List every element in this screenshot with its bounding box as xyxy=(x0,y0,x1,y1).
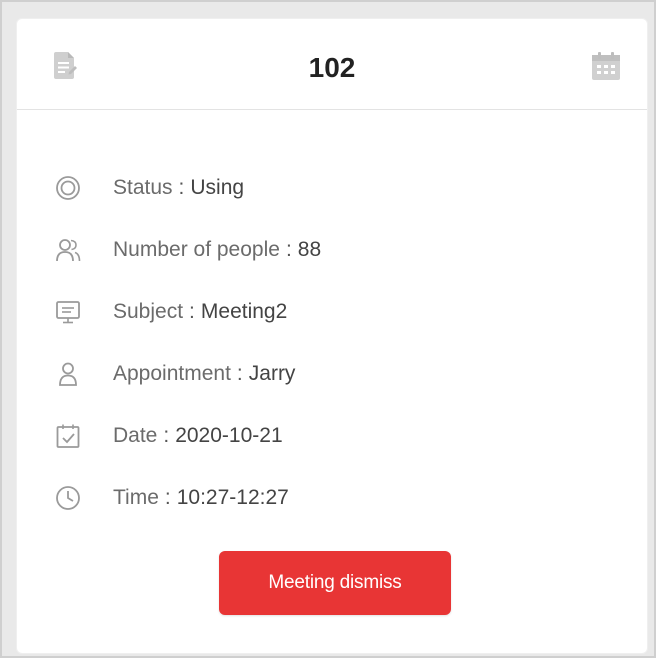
subject-separator: : xyxy=(189,300,195,323)
meeting-room-card: 102 Status: Using Number of people: 88… xyxy=(16,18,648,654)
date-text: Date:2020-10-21 xyxy=(113,424,283,448)
time-separator: : xyxy=(164,486,171,509)
status-separator: : xyxy=(178,176,185,199)
status-text: Status: Using xyxy=(113,176,244,200)
status-value: Using xyxy=(190,176,245,199)
people-icon xyxy=(55,237,81,263)
clock-icon xyxy=(55,485,81,511)
people-separator: : xyxy=(285,238,292,261)
info-row-people: Number of people:88 xyxy=(55,219,615,281)
subject-icon xyxy=(55,299,81,325)
info-row-date: Date:2020-10-21 xyxy=(55,405,615,467)
people-label: Number of people xyxy=(113,238,280,261)
date-value: 2020-10-21 xyxy=(175,424,283,447)
people-text: Number of people:88 xyxy=(113,238,321,262)
time-text: Time:10:27-12:27 xyxy=(113,486,289,510)
info-row-time: Time:10:27-12:27 xyxy=(55,467,615,529)
room-number-title: 102 xyxy=(308,52,356,83)
date-separator: : xyxy=(163,424,170,447)
calendar-icon[interactable] xyxy=(591,51,621,81)
appointment-label: Appointment xyxy=(113,362,231,385)
info-row-appointment: Appointment: Jarry xyxy=(55,343,615,405)
subject-text: Subject: Meeting2 xyxy=(113,300,287,324)
info-row-status: Status: Using xyxy=(55,157,615,219)
appointment-separator: : xyxy=(236,362,243,385)
people-value: 88 xyxy=(297,238,322,261)
status-label: Status xyxy=(113,176,173,199)
info-row-subject: Subject: Meeting2 xyxy=(55,281,615,343)
card-header: 102 xyxy=(17,19,647,110)
status-icon xyxy=(55,175,81,201)
date-label: Date xyxy=(113,424,158,447)
meeting-info-list: Status: Using Number of people:88 Subjec… xyxy=(55,157,615,529)
subject-label: Subject xyxy=(113,300,184,323)
appointment-value: Jarry xyxy=(248,362,296,385)
time-label: Time xyxy=(113,486,159,509)
meeting-dismiss-button[interactable]: Meeting dismiss xyxy=(219,551,451,615)
time-value: 10:27-12:27 xyxy=(176,486,289,509)
date-check-icon xyxy=(55,423,81,449)
subject-value: Meeting2 xyxy=(200,300,288,323)
appointment-text: Appointment: Jarry xyxy=(113,362,295,386)
person-icon xyxy=(55,361,81,387)
screen-frame: 102 Status: Using Number of people: 88… xyxy=(0,0,656,658)
